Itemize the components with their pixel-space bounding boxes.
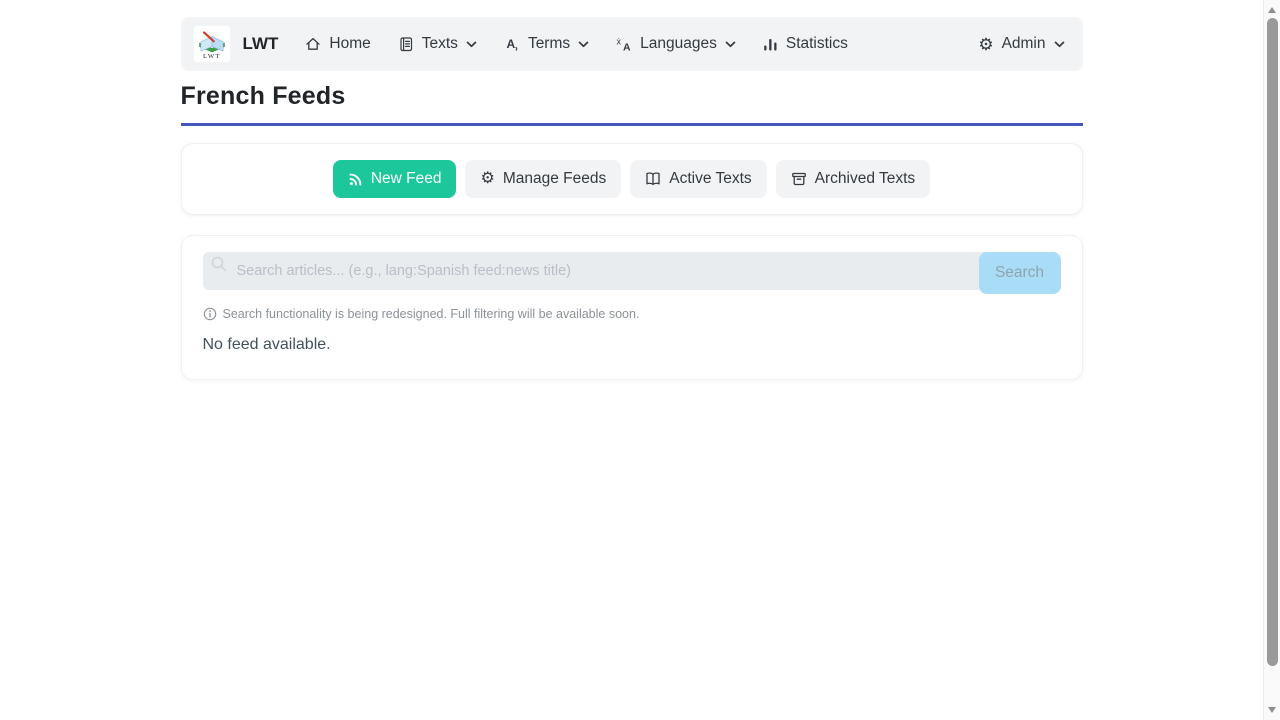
lwt-logo[interactable]: LWT [194,26,230,62]
nav-item-admin[interactable]: ⚙ Admin [978,35,1064,53]
nav-item-label: Texts [422,35,458,53]
bar-chart-icon [763,36,778,52]
nav-item-label: Terms [528,35,570,53]
search-icon [210,255,228,278]
journal-icon [398,36,414,52]
translate-icon: ẋ A [616,36,632,52]
svg-text:A: A [623,42,631,53]
chevron-down-icon [1054,41,1065,48]
archive-icon [791,171,807,187]
search-input-wrap [203,252,1001,290]
search-info-note: Search functionality is being redesigned… [203,307,1061,321]
svg-text:A: A [506,37,515,51]
new-feed-button[interactable]: New Feed [333,160,457,198]
scrollbar-down-arrow[interactable] [1268,707,1276,713]
letter-a-accent-icon: A [504,36,520,52]
lwt-logo-caption: LWT [203,53,221,60]
manage-feeds-button[interactable]: ⚙ Manage Feeds [465,160,621,198]
scrollbar-thumb[interactable] [1267,18,1278,666]
nav-item-statistics[interactable]: Statistics [763,35,848,53]
nav-item-label: Admin [1002,35,1046,53]
nav-item-label: Statistics [786,35,848,53]
new-feed-label: New Feed [371,170,442,188]
nav-item-home[interactable]: Home [305,35,370,53]
gear-icon: ⚙ [978,36,993,53]
nav-item-texts[interactable]: Texts [398,35,477,53]
empty-feeds-message: No feed available. [203,336,1061,354]
title-divider [181,123,1083,126]
brand-title[interactable]: LWT [243,34,279,54]
nav-item-label: Home [329,35,370,53]
svg-text:ẋ: ẋ [617,37,622,47]
search-input[interactable] [203,252,1001,290]
active-texts-label: Active Texts [669,170,751,188]
rss-icon [348,172,363,187]
page-viewport: LWT LWT Home [0,0,1280,380]
chevron-down-icon [466,41,477,48]
scrollbar-up-arrow[interactable] [1268,7,1276,13]
search-button[interactable]: Search [979,252,1061,294]
nav-item-label: Languages [640,35,717,53]
top-navbar: LWT LWT Home [181,17,1083,71]
feeds-list-card: Search Search functionality is being red… [181,235,1083,380]
manage-feeds-label: Manage Feeds [503,170,606,188]
search-info-text: Search functionality is being redesigned… [223,307,640,321]
gear-icon: ⚙ [480,171,494,187]
chevron-down-icon [725,41,736,48]
nav-item-terms[interactable]: A Terms [504,35,589,53]
active-texts-button[interactable]: Active Texts [630,160,766,198]
lwt-logo-icon: LWT [196,28,228,60]
archived-texts-label: Archived Texts [815,170,916,188]
info-icon [203,307,217,321]
search-bar: Search [203,252,1061,294]
house-icon [305,36,321,52]
feeds-toolbar-card: New Feed ⚙ Manage Feeds Active Texts [181,143,1083,215]
archived-texts-button[interactable]: Archived Texts [776,160,931,198]
book-open-icon [645,171,661,187]
chevron-down-icon [578,41,589,48]
nav-item-languages[interactable]: ẋ A Languages [616,35,736,53]
scrollbar[interactable] [1263,0,1280,720]
page-title: French Feeds [181,82,1083,111]
